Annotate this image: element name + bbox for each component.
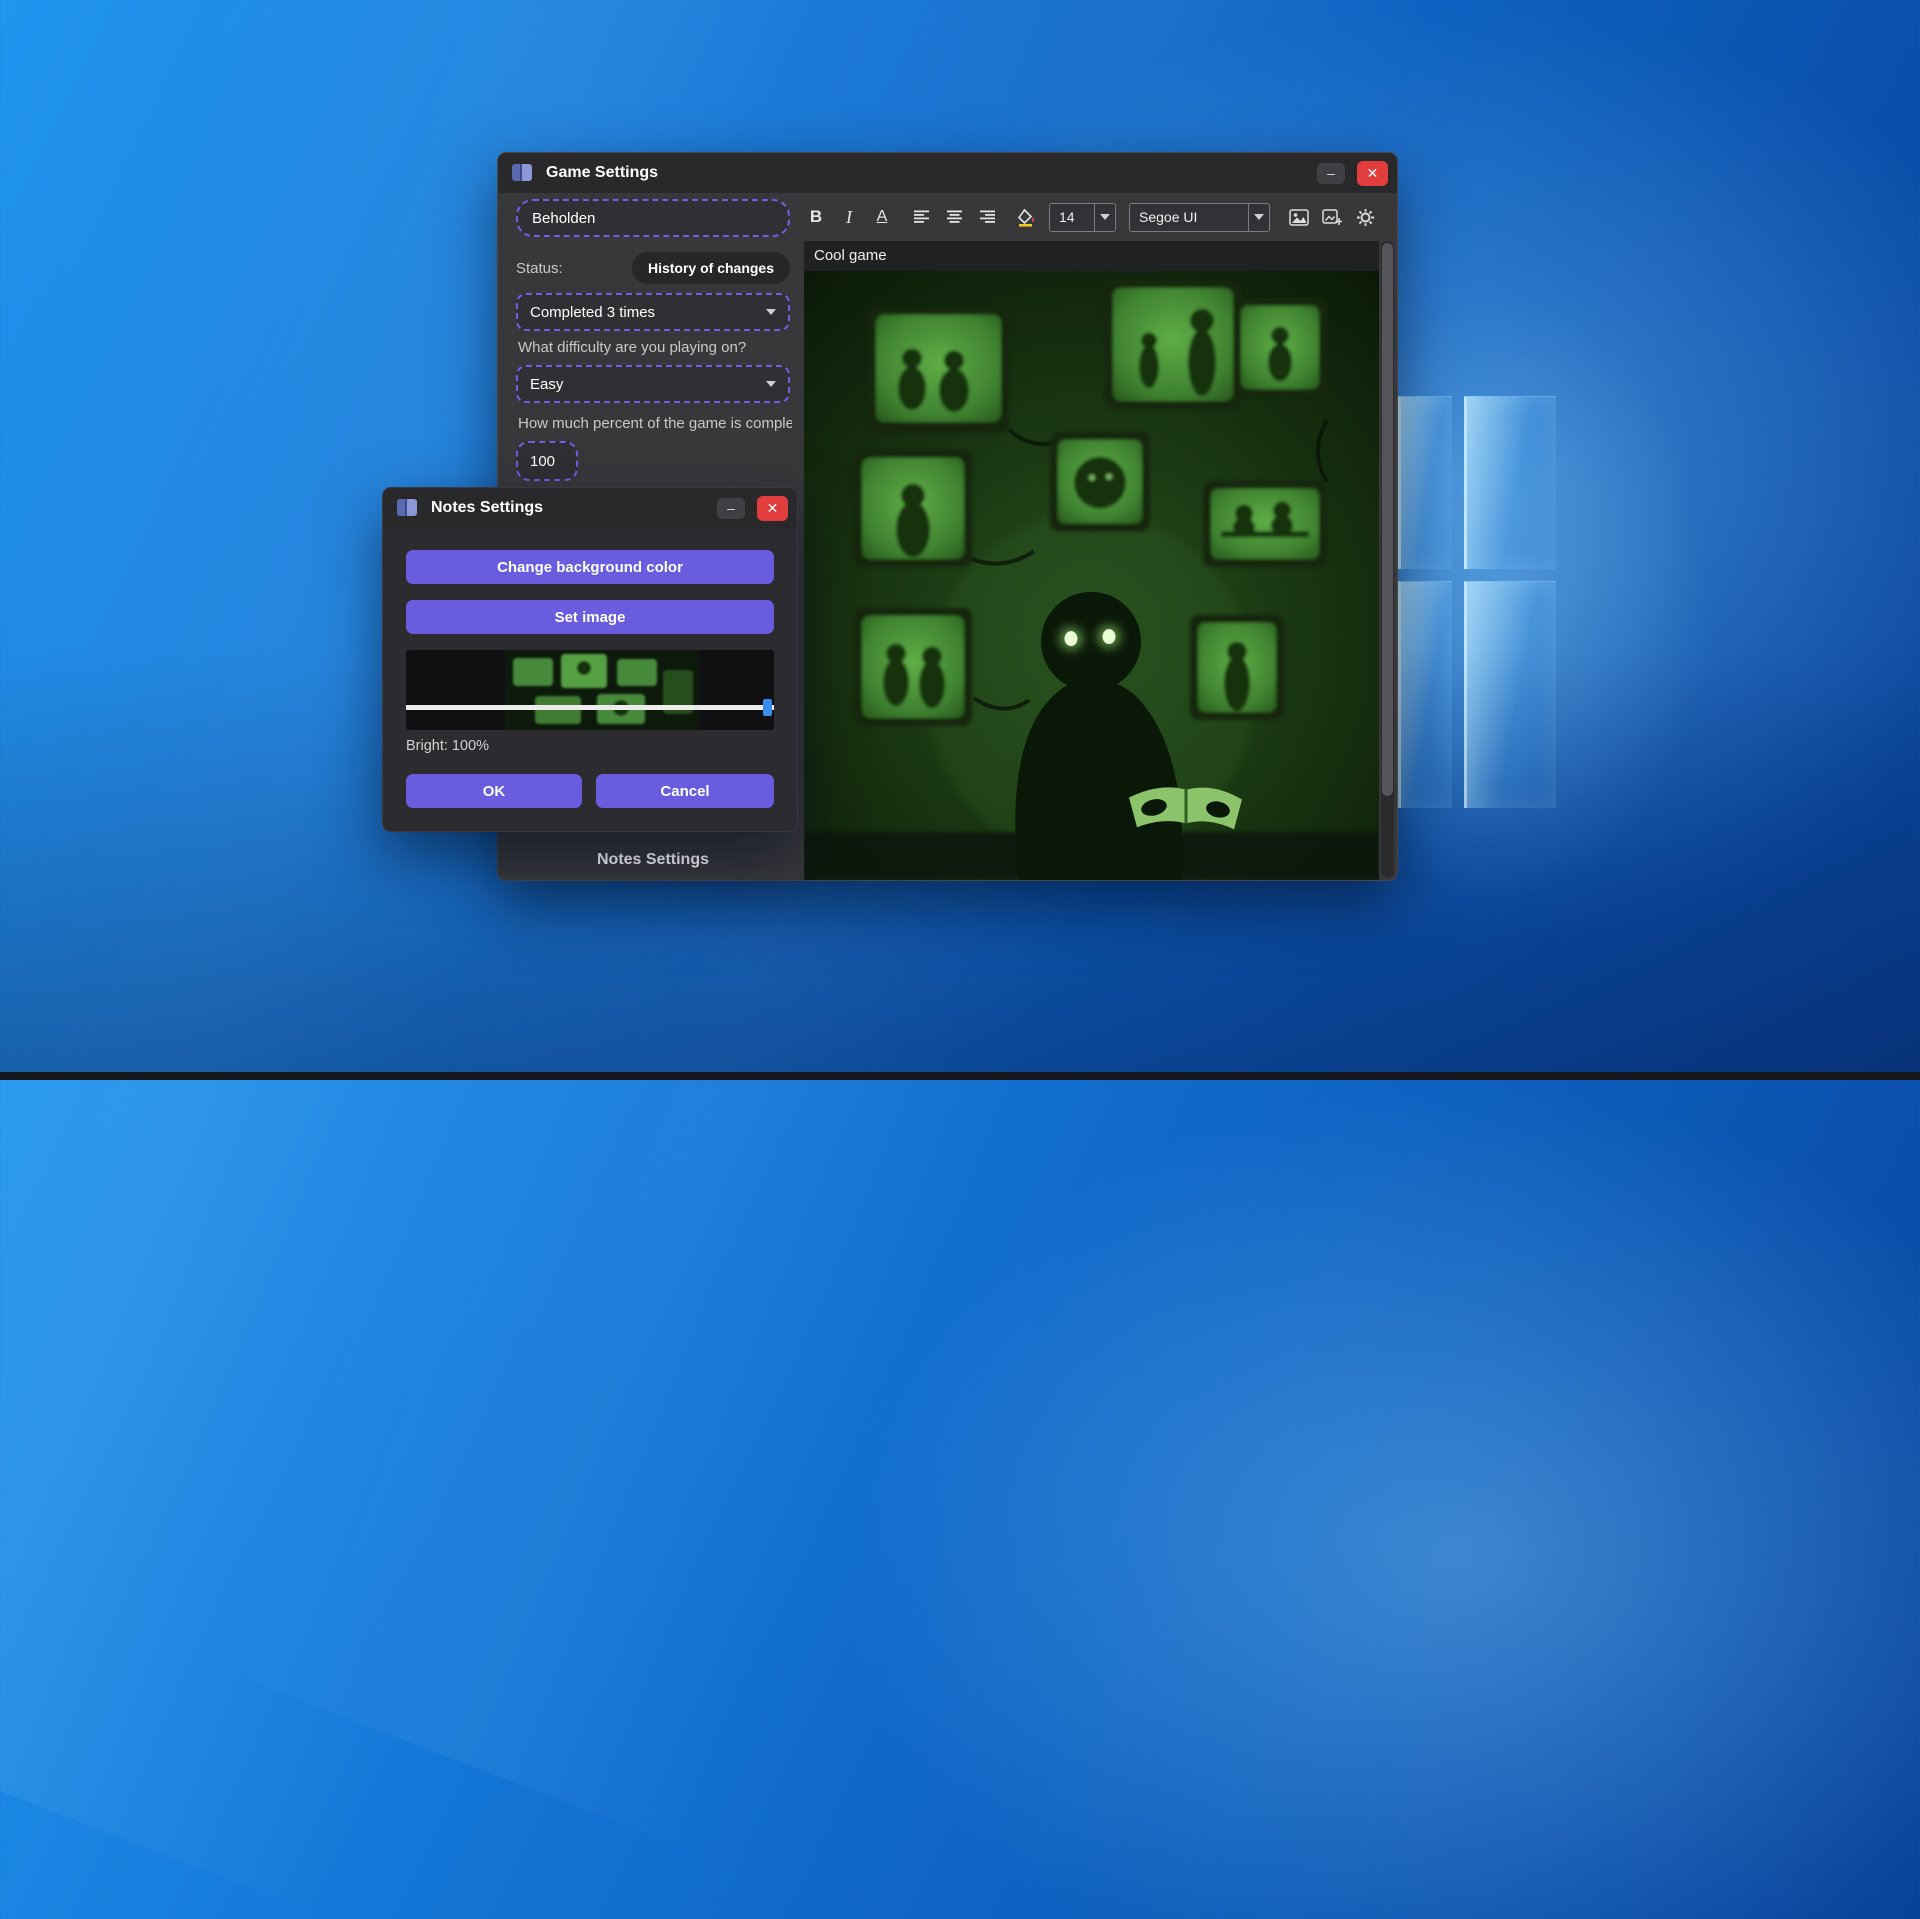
difficulty-dropdown[interactable]: Easy bbox=[516, 365, 790, 403]
change-background-color-label: Change background color bbox=[497, 559, 683, 576]
status-label: Status: bbox=[516, 260, 563, 277]
notes-settings-titlebar[interactable]: Notes Settings – ✕ bbox=[383, 488, 797, 528]
ok-button[interactable]: OK bbox=[406, 774, 582, 808]
insert-frame-button[interactable] bbox=[1322, 203, 1342, 231]
taskbar[interactable] bbox=[0, 1072, 1920, 1080]
underline-button[interactable]: A bbox=[872, 203, 892, 231]
chevron-down-icon bbox=[766, 381, 776, 387]
app-icon bbox=[395, 496, 419, 520]
note-image bbox=[804, 271, 1379, 880]
set-image-button[interactable]: Set image bbox=[406, 600, 774, 634]
app-icon bbox=[510, 161, 534, 185]
insert-image-button[interactable] bbox=[1289, 203, 1309, 231]
font-family-value: Segoe UI bbox=[1130, 204, 1248, 231]
editor-toolbar: B I A 14 bbox=[806, 199, 1377, 235]
gear-icon[interactable] bbox=[1355, 203, 1375, 231]
font-family-combobox[interactable]: Segoe UI bbox=[1129, 203, 1270, 232]
scrollbar-thumb[interactable] bbox=[1382, 243, 1393, 796]
difficulty-dropdown-value: Easy bbox=[530, 376, 563, 393]
close-button[interactable]: ✕ bbox=[1357, 161, 1388, 186]
font-size-combobox[interactable]: 14 bbox=[1049, 203, 1116, 232]
game-name-input[interactable] bbox=[516, 199, 790, 237]
game-settings-titlebar[interactable]: Game Settings – ✕ bbox=[498, 153, 1397, 193]
minimize-button[interactable]: – bbox=[717, 498, 745, 519]
align-left-button[interactable] bbox=[911, 203, 931, 231]
windows-logo-pane bbox=[1398, 396, 1452, 569]
font-size-value: 14 bbox=[1050, 204, 1094, 231]
close-icon: ✕ bbox=[767, 500, 779, 517]
status-dropdown[interactable]: Completed 3 times bbox=[516, 293, 790, 331]
notes-settings-button-label: Notes Settings bbox=[597, 851, 709, 869]
history-of-changes-button[interactable]: History of changes bbox=[632, 252, 790, 284]
brightness-label: Bright: 100% bbox=[406, 738, 489, 754]
windows-logo-pane bbox=[1398, 581, 1452, 808]
image-brightness-preview bbox=[406, 650, 774, 730]
chevron-down-icon bbox=[766, 309, 776, 315]
set-image-label: Set image bbox=[555, 609, 626, 626]
windows-logo-pane bbox=[1464, 581, 1556, 808]
editor-scrollbar[interactable] bbox=[1381, 241, 1394, 877]
change-background-color-button[interactable]: Change background color bbox=[406, 550, 774, 584]
history-of-changes-label: History of changes bbox=[648, 260, 774, 276]
window-title: Game Settings bbox=[546, 164, 1305, 182]
align-center-button[interactable] bbox=[944, 203, 964, 231]
italic-button[interactable]: I bbox=[839, 203, 859, 231]
brightness-slider-thumb[interactable] bbox=[763, 699, 772, 716]
notes-settings-button[interactable]: Notes Settings bbox=[516, 843, 790, 877]
window-title: Notes Settings bbox=[431, 499, 705, 517]
bold-button[interactable]: B bbox=[806, 203, 826, 231]
notes-editor[interactable]: Cool game bbox=[804, 241, 1379, 880]
status-dropdown-value: Completed 3 times bbox=[530, 304, 655, 321]
difficulty-label: What difficulty are you playing on? bbox=[518, 339, 746, 356]
cancel-label: Cancel bbox=[660, 783, 709, 800]
ok-label: OK bbox=[483, 783, 506, 800]
chevron-down-icon bbox=[1094, 204, 1115, 231]
windows-logo-pane bbox=[1464, 396, 1556, 569]
editor-text: Cool game bbox=[814, 247, 887, 264]
minimize-button[interactable]: – bbox=[1317, 163, 1345, 184]
windows-logo bbox=[1398, 396, 1556, 808]
chevron-down-icon bbox=[1248, 204, 1269, 231]
preview-image bbox=[505, 650, 699, 730]
notes-settings-window: Notes Settings – ✕ Change background col… bbox=[382, 487, 798, 832]
percent-label: How much percent of the game is complete… bbox=[518, 415, 792, 432]
minimize-icon: – bbox=[1327, 166, 1335, 180]
brightness-slider-track[interactable] bbox=[406, 705, 774, 710]
align-right-button[interactable] bbox=[977, 203, 997, 231]
close-icon: ✕ bbox=[1367, 165, 1379, 182]
close-button[interactable]: ✕ bbox=[757, 496, 788, 521]
percent-input[interactable] bbox=[516, 441, 578, 481]
fill-color-button[interactable] bbox=[1016, 203, 1036, 231]
minimize-icon: – bbox=[727, 501, 735, 515]
cancel-button[interactable]: Cancel bbox=[596, 774, 774, 808]
